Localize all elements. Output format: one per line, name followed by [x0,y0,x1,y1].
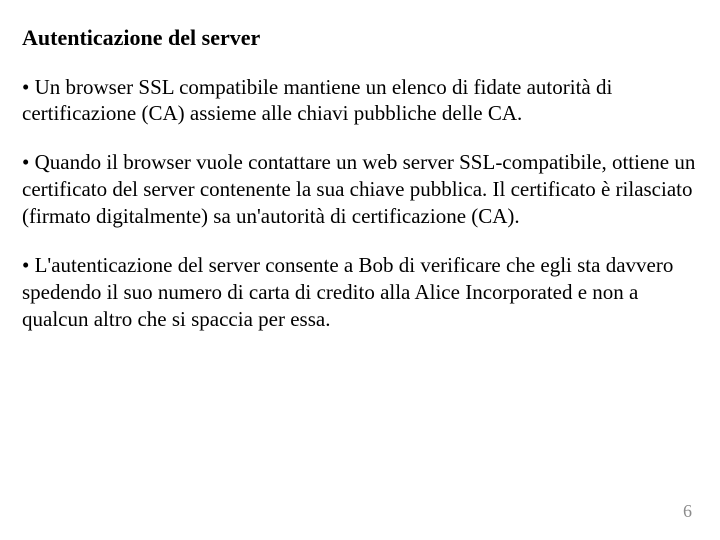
bullet-text: L'autenticazione del server consente a B… [22,253,673,331]
bullet-dot-icon: • [22,253,29,277]
bullet-text: Quando il browser vuole contattare un we… [22,150,695,228]
bullet-item: • Un browser SSL compatibile mantiene un… [22,74,698,128]
bullet-item: • L'autenticazione del server consente a… [22,252,698,333]
page-number: 6 [683,501,692,522]
slide-title: Autenticazione del server [22,24,698,52]
bullet-text: Un browser SSL compatibile mantiene un e… [22,75,612,126]
bullet-dot-icon: • [22,75,29,99]
slide: Autenticazione del server • Un browser S… [0,0,720,540]
bullet-item: • Quando il browser vuole contattare un … [22,149,698,230]
bullet-dot-icon: • [22,150,29,174]
